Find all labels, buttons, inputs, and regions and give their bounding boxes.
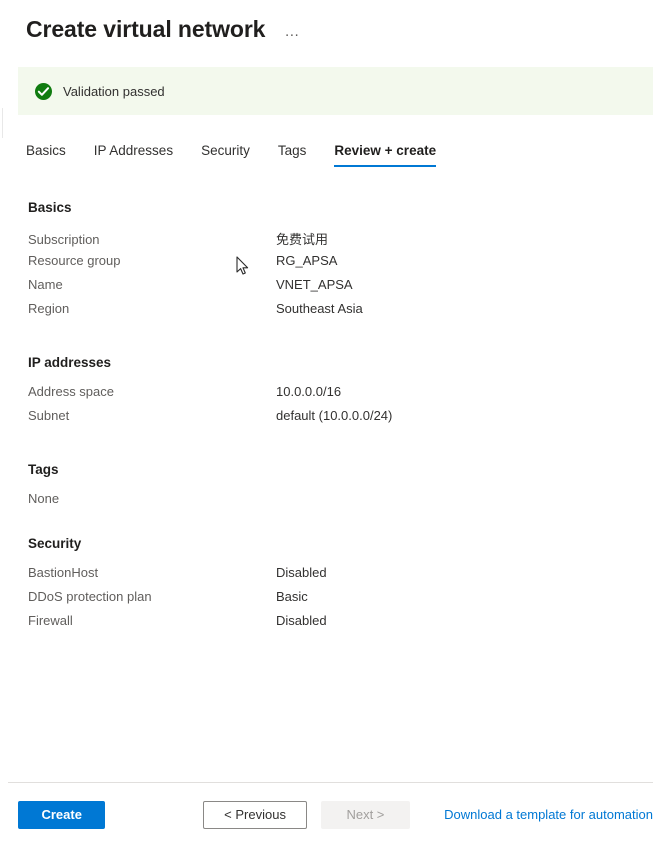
more-options-icon[interactable]: … xyxy=(280,24,305,39)
summary-row: DDoS protection plan Basic xyxy=(28,589,639,613)
validation-banner: Validation passed xyxy=(18,67,653,115)
tags-empty-label: None xyxy=(28,491,60,506)
row-value-region: Southeast Asia xyxy=(276,301,363,316)
section-title-ip-addresses: IP addresses xyxy=(28,355,112,370)
row-label-address-space: Address space xyxy=(28,384,114,399)
row-label-ddos-protection-plan: DDoS protection plan xyxy=(28,589,152,604)
tab-tags[interactable]: Tags xyxy=(278,143,307,167)
action-bar: Create < Previous Next > Download a temp… xyxy=(0,783,653,846)
section-ip-addresses: IP addresses Address space 10.0.0.0/16 S… xyxy=(28,355,639,432)
check-circle-icon xyxy=(35,82,52,100)
row-value-bastion-host: Disabled xyxy=(276,565,327,580)
row-value-resource-group: RG_APSA xyxy=(276,253,338,268)
review-summary: Basics Subscription 免费试用 Resource group … xyxy=(28,200,639,657)
row-label-subnet: Subnet xyxy=(28,408,70,423)
summary-row: Subnet default (10.0.0.0/24) xyxy=(28,408,639,432)
row-label-firewall: Firewall xyxy=(28,613,73,628)
download-template-link[interactable]: Download a template for automation xyxy=(444,807,653,822)
summary-row: Subscription 免费试用 xyxy=(28,229,639,253)
row-label-region: Region xyxy=(28,301,70,316)
summary-row: BastionHost Disabled xyxy=(28,565,639,589)
row-label-resource-group: Resource group xyxy=(28,253,121,268)
row-value-ddos-protection-plan: Basic xyxy=(276,589,308,604)
next-button: Next > xyxy=(320,800,411,829)
section-security: Security BastionHost Disabled DDoS prote… xyxy=(28,536,639,637)
tab-basics[interactable]: Basics xyxy=(26,143,66,167)
summary-row: Resource group RG_APSA xyxy=(28,253,639,277)
row-value-subscription: 免费试用 xyxy=(276,232,329,247)
summary-row: Firewall Disabled xyxy=(28,613,639,637)
blade-left-divider xyxy=(2,108,3,138)
row-label-name: Name xyxy=(28,277,63,292)
validation-message: Validation passed xyxy=(63,83,165,99)
row-value-firewall: Disabled xyxy=(276,613,327,628)
section-title-tags: Tags xyxy=(28,462,59,477)
tab-ip-addresses[interactable]: IP Addresses xyxy=(94,143,173,167)
previous-button[interactable]: < Previous xyxy=(203,800,307,829)
create-button[interactable]: Create xyxy=(18,800,106,829)
section-title-security: Security xyxy=(28,536,82,551)
wizard-tabs: Basics IP Addresses Security Tags Review… xyxy=(26,143,436,167)
page-title: Create virtual network xyxy=(26,16,266,42)
row-value-name: VNET_APSA xyxy=(276,277,353,292)
row-value-address-space: 10.0.0.0/16 xyxy=(276,384,342,399)
section-tags: Tags None xyxy=(28,462,639,506)
row-label-subscription: Subscription xyxy=(28,232,100,247)
tab-review-create[interactable]: Review + create xyxy=(334,143,436,167)
row-value-subnet: default (10.0.0.0/24) xyxy=(276,408,393,423)
tab-security[interactable]: Security xyxy=(201,143,250,167)
section-basics: Basics Subscription 免费试用 Resource group … xyxy=(28,200,639,325)
page-header: Create virtual network … xyxy=(0,0,653,44)
section-title-basics: Basics xyxy=(28,200,72,215)
summary-row: Address space 10.0.0.0/16 xyxy=(28,384,639,408)
row-label-bastion-host: BastionHost xyxy=(28,565,99,580)
summary-row: Name VNET_APSA xyxy=(28,277,639,301)
summary-row: Region Southeast Asia xyxy=(28,301,639,325)
